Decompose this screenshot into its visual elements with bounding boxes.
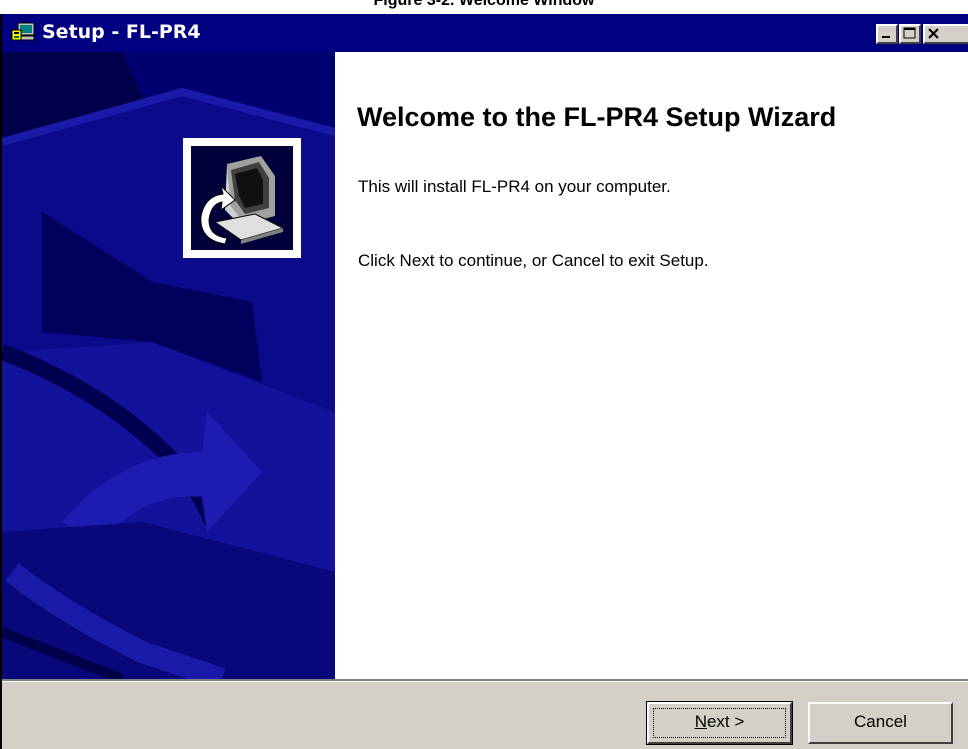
close-icon xyxy=(928,28,939,39)
window-title: Setup - FL-PR4 xyxy=(42,21,201,43)
maximize-icon xyxy=(903,27,916,39)
setup-window: Setup - FL-PR4 Welcome to the FL-PR4 Set… xyxy=(0,14,968,749)
button-bar: Next > Cancel xyxy=(2,682,968,749)
setup-computer-icon xyxy=(11,22,35,41)
cancel-button-label: Cancel xyxy=(854,712,907,731)
continue-instructions: Click Next to continue, or Cancel to exi… xyxy=(358,251,709,270)
figure-caption-text: Figure 3-2. Welcome Window xyxy=(373,0,595,9)
wizard-side-panel xyxy=(2,52,335,679)
install-description: This will install FL-PR4 on your compute… xyxy=(358,177,671,196)
cancel-button[interactable]: Cancel xyxy=(808,702,953,744)
welcome-heading: Welcome to the FL-PR4 Setup Wizard xyxy=(357,102,837,132)
next-button-label: Next > xyxy=(694,712,745,731)
title-bar[interactable]: Setup - FL-PR4 xyxy=(2,14,968,52)
wizard-logo xyxy=(191,146,293,250)
wizard-content: Welcome to the FL-PR4 Setup Wizard This … xyxy=(335,52,968,679)
computer-install-icon xyxy=(191,146,293,250)
close-button[interactable] xyxy=(923,24,968,44)
wizard-logo-frame xyxy=(183,138,301,258)
figure-caption: Figure 3-2. Welcome Window xyxy=(0,0,968,14)
minimize-icon xyxy=(882,36,890,38)
minimize-button[interactable] xyxy=(876,24,898,44)
maximize-button[interactable] xyxy=(899,24,921,44)
next-button[interactable]: Next > xyxy=(646,701,793,745)
